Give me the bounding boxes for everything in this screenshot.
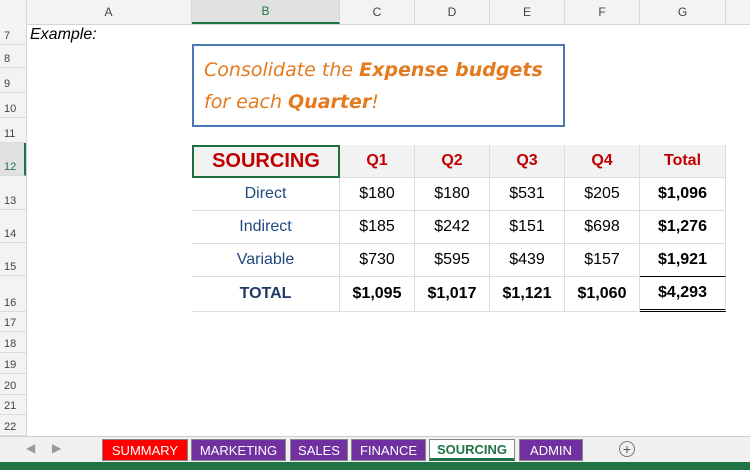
- table-cell[interactable]: $439: [490, 244, 565, 277]
- chevron-right-icon[interactable]: ▶: [52, 441, 61, 455]
- table-cell[interactable]: $1,017: [415, 277, 490, 312]
- callout-bold-2: Quarter: [288, 91, 372, 113]
- table-cell[interactable]: $698: [565, 211, 640, 244]
- sheet-tab-admin[interactable]: ADMIN: [519, 439, 583, 461]
- grand-total-cell[interactable]: $4,293: [640, 277, 726, 312]
- row-header-12[interactable]: 12: [0, 143, 26, 176]
- header-q4[interactable]: Q4: [565, 145, 640, 178]
- column-header-d[interactable]: D: [415, 0, 490, 24]
- callout-text-2: for each: [204, 91, 289, 113]
- chevron-left-icon[interactable]: ◀: [26, 441, 35, 455]
- row-header-11[interactable]: 11: [0, 118, 26, 143]
- row-label-indirect[interactable]: Indirect: [192, 211, 340, 244]
- table-cell[interactable]: $730: [340, 244, 415, 277]
- row-header-14[interactable]: 14: [0, 210, 26, 243]
- table-cell[interactable]: $157: [565, 244, 640, 277]
- row-header-10[interactable]: 10: [0, 93, 26, 118]
- header-q2[interactable]: Q2: [415, 145, 490, 178]
- column-header-e[interactable]: E: [490, 0, 565, 24]
- header-q1[interactable]: Q1: [340, 145, 415, 178]
- status-bar: [0, 462, 750, 470]
- row-header-bar: 7 8 9 10 11 12 13 14 15 16 17 18 19 20 2…: [0, 24, 27, 436]
- row-header-19[interactable]: 19: [0, 353, 26, 374]
- table-cell[interactable]: $180: [340, 178, 415, 211]
- row-total-variable[interactable]: $1,921: [640, 244, 726, 277]
- row-header-20[interactable]: 20: [0, 374, 26, 395]
- table-cell[interactable]: $595: [415, 244, 490, 277]
- table-cell[interactable]: $242: [415, 211, 490, 244]
- sheet-tab-bar: ◀ ▶ SUMMARY MARKETING SALES FINANCE SOUR…: [0, 436, 750, 463]
- table-cell[interactable]: $1,121: [490, 277, 565, 312]
- table-cell[interactable]: $531: [490, 178, 565, 211]
- sheet-tab-sourcing[interactable]: SOURCING: [429, 439, 515, 461]
- table-cell[interactable]: $151: [490, 211, 565, 244]
- row-header-8[interactable]: 8: [0, 45, 26, 68]
- row-header-18[interactable]: 18: [0, 332, 26, 353]
- table-cell[interactable]: $180: [415, 178, 490, 211]
- callout-text-3: !: [371, 91, 379, 113]
- row-header-9[interactable]: 9: [0, 68, 26, 93]
- table-cell[interactable]: $1,060: [565, 277, 640, 312]
- sheet-tab-sales[interactable]: SALES: [290, 439, 348, 461]
- row-header-15[interactable]: 15: [0, 243, 26, 276]
- column-header-c[interactable]: C: [340, 0, 415, 24]
- callout-bold-1: Expense budgets: [359, 59, 543, 81]
- header-total[interactable]: Total: [640, 145, 726, 178]
- row-label-variable[interactable]: Variable: [192, 244, 340, 277]
- row-header-7[interactable]: 7: [0, 24, 26, 45]
- table-cell[interactable]: $1,095: [340, 277, 415, 312]
- sheet-tab-summary[interactable]: SUMMARY: [102, 439, 188, 461]
- table-title-cell[interactable]: SOURCING: [192, 145, 340, 178]
- select-all-corner[interactable]: [0, 0, 27, 24]
- column-header-g[interactable]: G: [640, 0, 726, 24]
- sheet-tab-finance[interactable]: FINANCE: [351, 439, 426, 461]
- row-total-indirect[interactable]: $1,276: [640, 211, 726, 244]
- column-header-a[interactable]: A: [26, 0, 192, 24]
- row-label-direct[interactable]: Direct: [192, 178, 340, 211]
- row-header-16[interactable]: 16: [0, 276, 26, 312]
- row-label-total[interactable]: TOTAL: [192, 277, 340, 312]
- table-cell[interactable]: $185: [340, 211, 415, 244]
- row-header-13[interactable]: 13: [0, 176, 26, 210]
- column-header-b[interactable]: B: [192, 0, 340, 24]
- column-header-f[interactable]: F: [565, 0, 640, 24]
- instruction-callout[interactable]: Consolidate the Expense budgets for each…: [192, 44, 565, 127]
- table-cell[interactable]: $205: [565, 178, 640, 211]
- row-total-direct[interactable]: $1,096: [640, 178, 726, 211]
- callout-text-1: Consolidate the: [204, 59, 360, 81]
- plus-circle-icon[interactable]: +: [619, 441, 635, 457]
- example-label: Example:: [30, 26, 97, 43]
- header-q3[interactable]: Q3: [490, 145, 565, 178]
- row-header-22[interactable]: 22: [0, 415, 26, 436]
- column-header-bar: A B C D E F G: [0, 0, 750, 25]
- sheet-tab-marketing[interactable]: MARKETING: [191, 439, 286, 461]
- row-header-17[interactable]: 17: [0, 312, 26, 332]
- row-header-21[interactable]: 21: [0, 395, 26, 415]
